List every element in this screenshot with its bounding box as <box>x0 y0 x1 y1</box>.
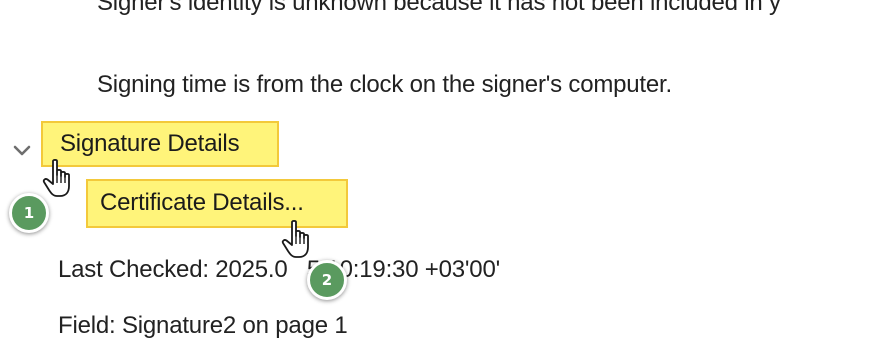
signer-identity-text: Signer's identity is unknown because it … <box>97 0 781 16</box>
signature-details-label: Signature Details <box>60 130 240 157</box>
hand-pointer-icon <box>281 219 309 258</box>
certificate-details-label: Certificate Details... <box>100 189 304 216</box>
hand-pointer-icon <box>42 158 70 197</box>
step-2-badge: 2 <box>307 260 347 300</box>
field-text: Field: Signature2 on page 1 <box>58 312 348 339</box>
signing-time-text: Signing time is from the clock on the si… <box>97 71 672 98</box>
last-checked-text: Last Checked: 2025.0 5 10:19:30 +03'00' <box>58 256 500 283</box>
step-1-badge: 1 <box>9 193 49 233</box>
signature-details-toggle[interactable]: Signature Details <box>41 121 279 167</box>
chevron-down-icon[interactable] <box>12 140 32 160</box>
